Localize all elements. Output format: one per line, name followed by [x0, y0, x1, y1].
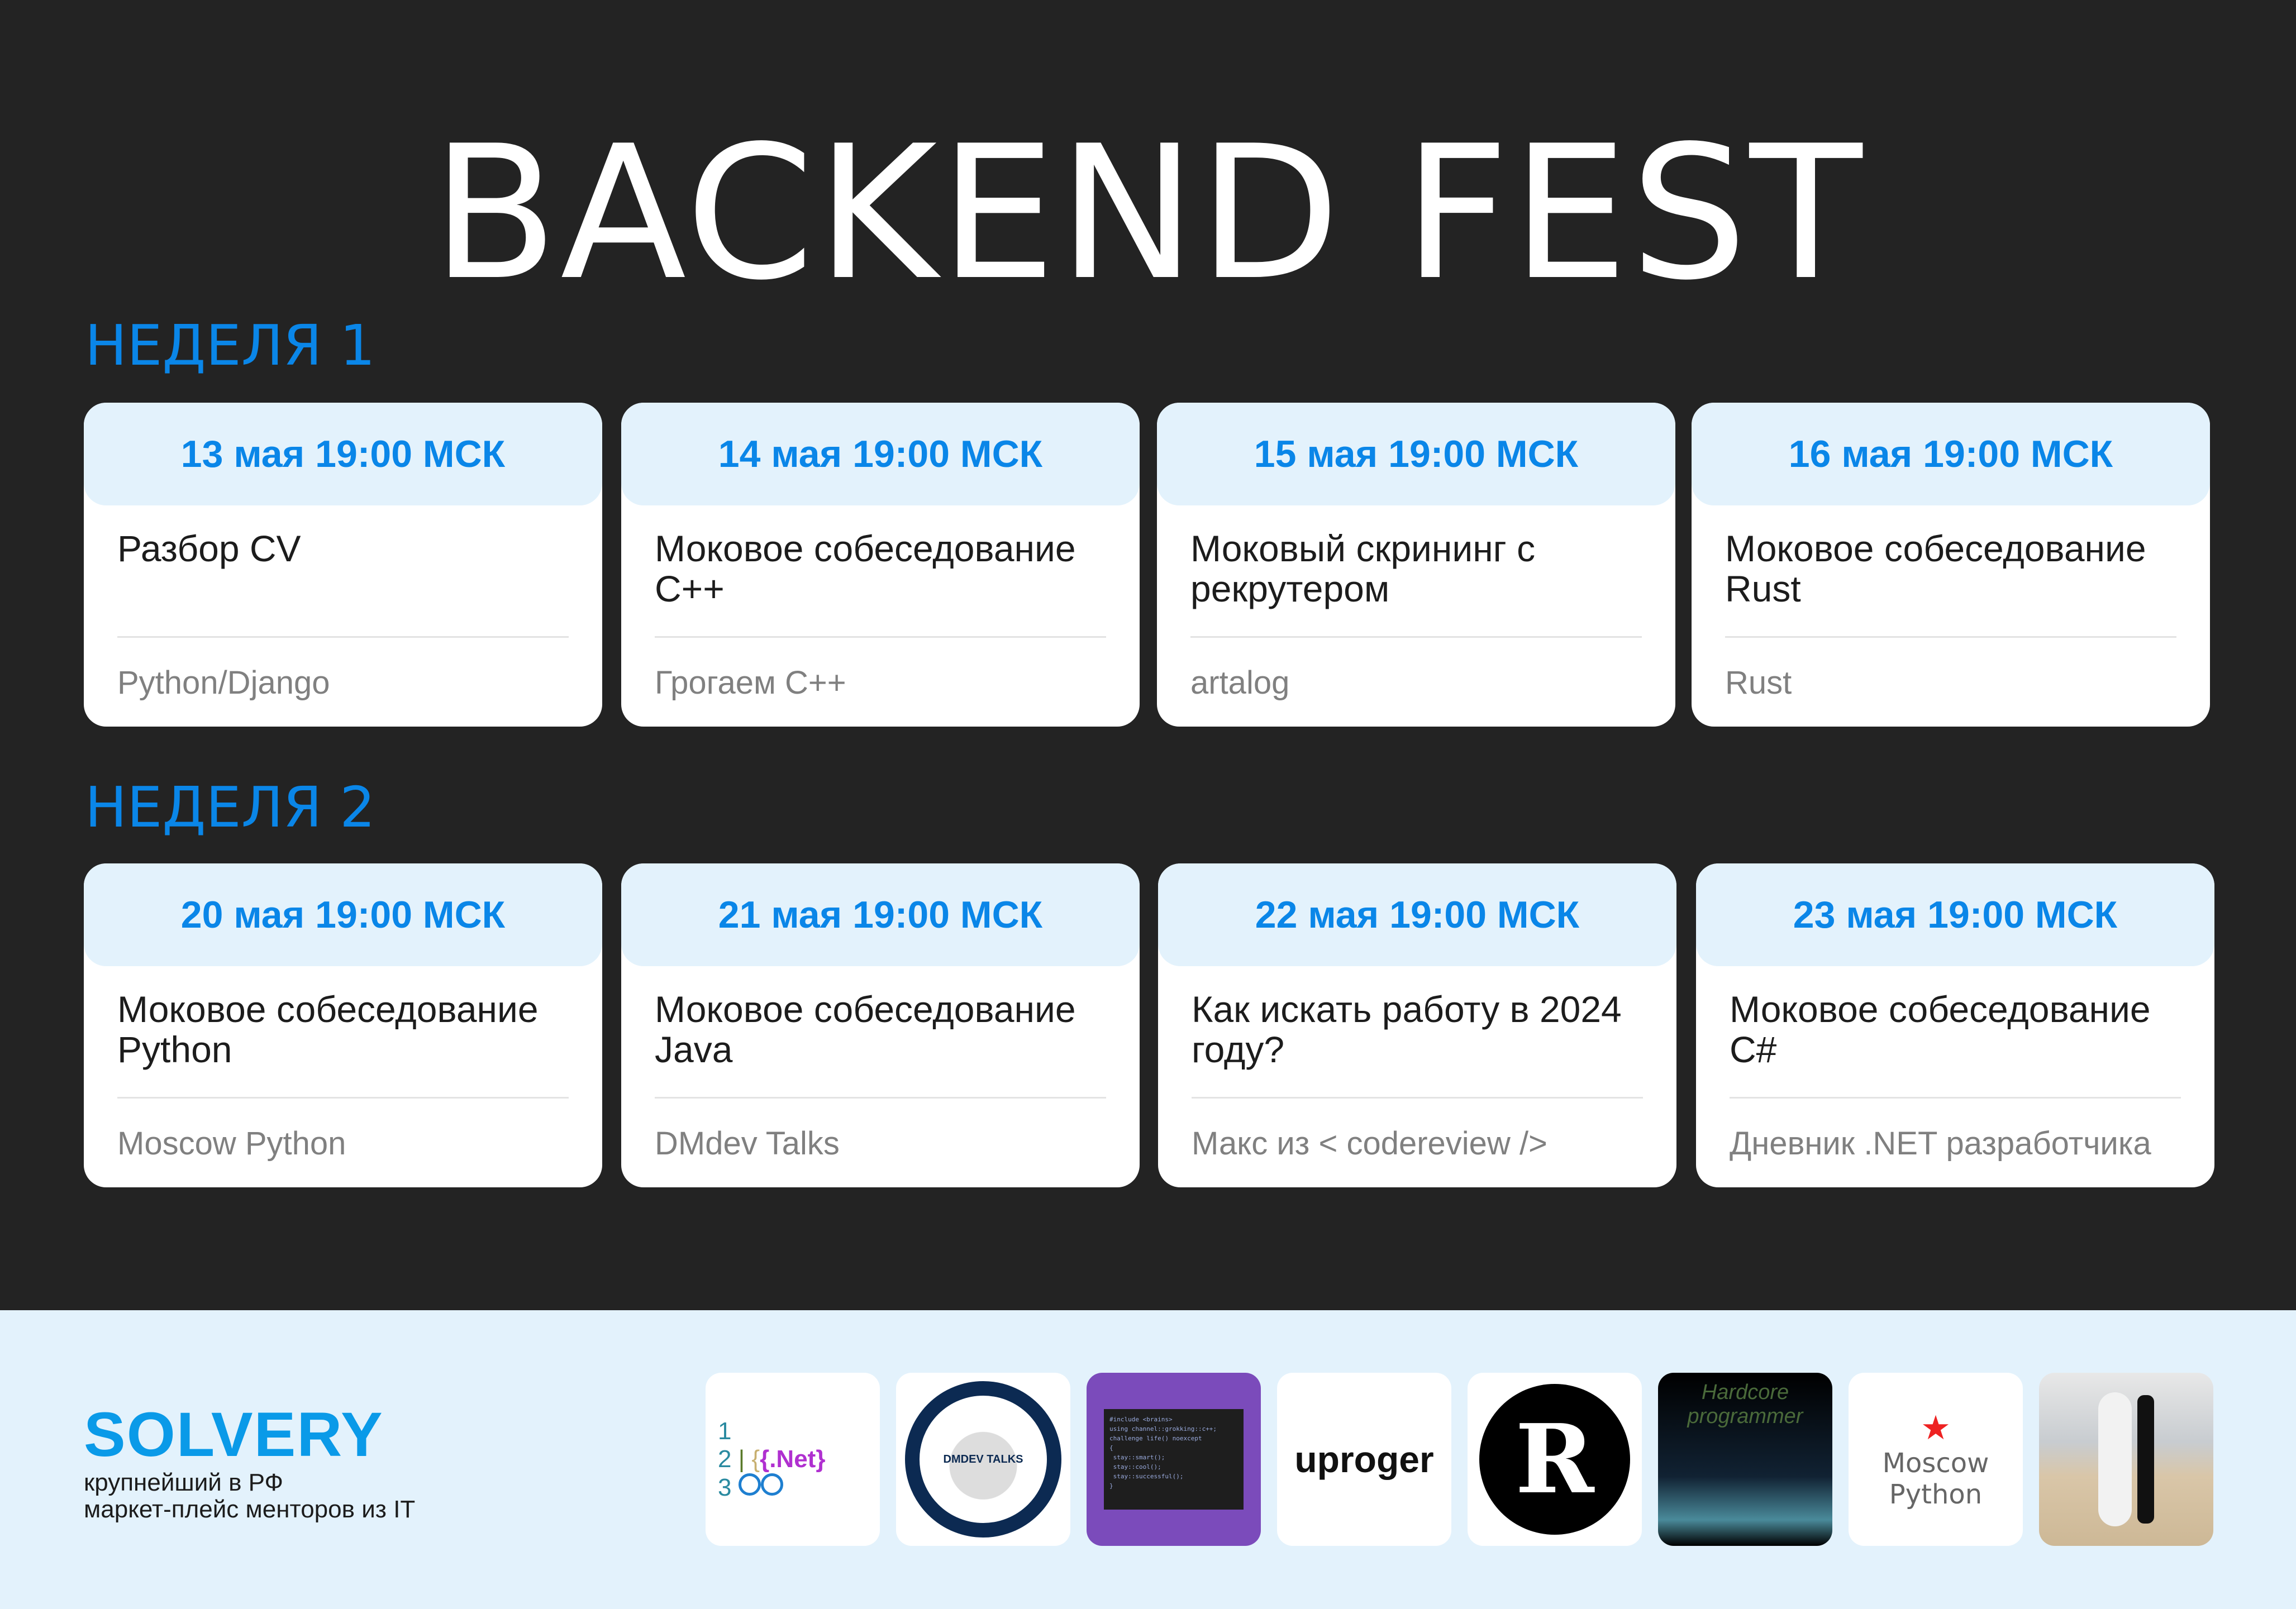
event-host: Дневник .NET разработчика [1730, 1125, 2151, 1162]
dotnet-diary-logo[interactable]: 12 | {{.Net} 3 [706, 1373, 880, 1546]
divider [1192, 1097, 1643, 1099]
tagline: крупнейший в РФ маркет-плейс менторов из … [84, 1469, 415, 1523]
event-date: 23 мая 19:00 МСК [1696, 863, 2214, 966]
surfer-photo[interactable] [2039, 1373, 2213, 1546]
grokking-cpp-logo[interactable]: #include <brains> using channel::grokking… [1087, 1373, 1261, 1546]
page-title: BACKEND FEST [431, 106, 1865, 321]
event-card[interactable]: 15 мая 19:00 МСК Моковый скрининг с рекр… [1157, 403, 1675, 727]
event-card[interactable]: 21 мая 19:00 МСК Моковое собеседование J… [621, 863, 1140, 1187]
event-title: Моковый скрининг с рекрутером [1190, 528, 1536, 609]
event-date: 15 мая 19:00 МСК [1157, 403, 1675, 505]
event-card[interactable]: 13 мая 19:00 МСК Разбор CV Python/Django [84, 403, 602, 727]
divider [1730, 1097, 2181, 1099]
divider [117, 1097, 569, 1099]
tagline-line-1: крупнейший в РФ [84, 1469, 283, 1496]
rust-logo[interactable]: R [1468, 1373, 1642, 1546]
event-card[interactable]: 23 мая 19:00 МСК Моковое собеседование C… [1696, 863, 2214, 1187]
divider [1725, 636, 2176, 638]
tagline-line-2: маркет-плейс менторов из IT [84, 1496, 416, 1523]
event-date: 13 мая 19:00 МСК [84, 403, 602, 505]
event-host: artalog [1190, 665, 1290, 701]
event-card[interactable]: 16 мая 19:00 МСК Моковое собеседование R… [1692, 403, 2210, 727]
event-host: Python/Django [117, 665, 330, 701]
dmdev-talks-logo[interactable]: DMDEV TALKS [896, 1373, 1070, 1546]
event-card[interactable]: 22 мая 19:00 МСК Как искать работу в 202… [1158, 863, 1676, 1187]
event-title: Моковое собеседование С++ [655, 528, 1076, 609]
divider [655, 636, 1106, 638]
event-title: Моковое собеседование Java [655, 989, 1076, 1070]
event-date: 16 мая 19:00 МСК [1692, 403, 2210, 505]
hardcore-programmer-logo[interactable]: Hardcore programmer [1658, 1373, 1832, 1546]
event-title: Разбор CV [117, 528, 301, 569]
event-title: Как искать работу в 2024 году? [1192, 989, 1622, 1070]
event-title: Моковое собеседование Python [117, 989, 539, 1070]
solvery-logo: SOLVERY [84, 1400, 384, 1469]
event-title: Моковое собеседование Rust [1725, 528, 2146, 609]
event-date: 22 мая 19:00 МСК [1158, 863, 1676, 966]
event-date: 20 мая 19:00 МСК [84, 863, 602, 966]
footer: SOLVERY крупнейший в РФ маркет-плейс мент… [0, 1310, 2296, 1609]
divider [655, 1097, 1106, 1099]
divider [1190, 636, 1642, 638]
event-host: Грогаем С++ [655, 665, 846, 701]
event-card[interactable]: 20 мая 19:00 МСК Моковое собеседование P… [84, 863, 602, 1187]
event-date: 21 мая 19:00 МСК [621, 863, 1140, 966]
event-date: 14 мая 19:00 МСК [621, 403, 1140, 505]
week-1-heading: НЕДЕЛЯ 1 [85, 313, 375, 378]
event-card[interactable]: 14 мая 19:00 МСК Моковое собеседование С… [621, 403, 1140, 727]
divider [117, 636, 569, 638]
uproger-logo[interactable]: uproger [1277, 1373, 1451, 1546]
event-host: DMdev Talks [655, 1125, 840, 1162]
event-host: Rust [1725, 665, 1792, 701]
moscow-python-logo[interactable]: ★ Moscow Python [1849, 1373, 2023, 1546]
event-host: Moscow Python [117, 1125, 346, 1162]
event-title: Моковое собеседование C# [1730, 989, 2151, 1070]
week-2-heading: НЕДЕЛЯ 2 [85, 775, 375, 840]
event-host: Макс из < codereview /> [1192, 1125, 1547, 1162]
